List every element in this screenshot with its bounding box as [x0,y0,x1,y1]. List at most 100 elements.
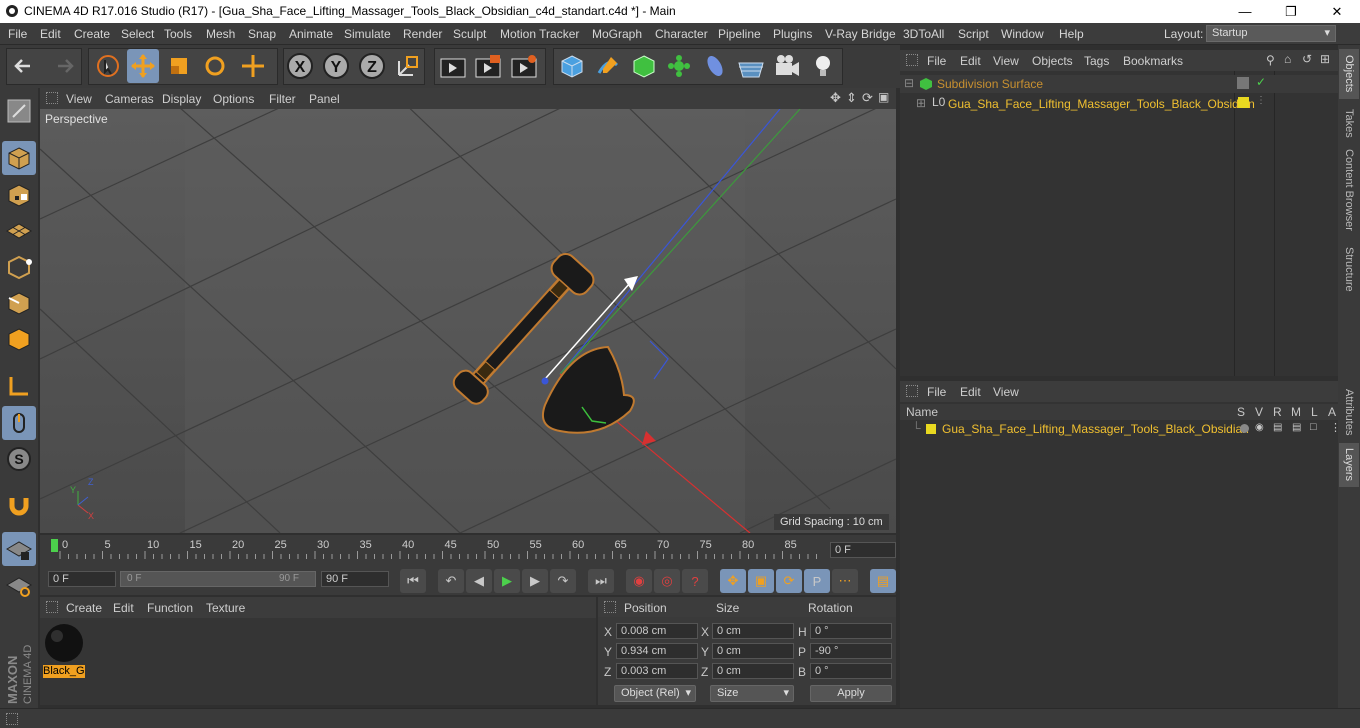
viewport-zoom-icon[interactable]: ⇕ [846,90,857,106]
menu-pipeline[interactable]: Pipeline [718,27,761,41]
key-scale-icon[interactable]: ▣ [748,569,774,593]
record-keys-icon[interactable]: ◉ [626,569,652,593]
z-axis-icon[interactable]: Z [356,49,388,83]
tab-objects[interactable]: Objects [1339,49,1359,99]
menu-help[interactable]: Help [1059,27,1084,41]
render-clapper-icon[interactable]: ▤ [1273,422,1282,433]
size-x-field[interactable]: 0 cm [712,623,794,639]
material-menu-create[interactable]: Create [66,601,102,615]
tab-layers[interactable]: Layers [1339,443,1359,487]
menu-simulate[interactable]: Simulate [344,27,391,41]
render-view-icon[interactable] [437,49,469,83]
workplane-lock-icon[interactable] [2,532,36,566]
timeline-playhead[interactable] [51,539,58,552]
enabled-check-icon[interactable]: ✓ [1256,75,1266,89]
render-to-picture-viewer-icon[interactable] [472,49,504,83]
object-menu-view[interactable]: View [993,54,1019,68]
menu-animate[interactable]: Animate [289,27,333,41]
end-frame-field[interactable]: 90 F [321,571,389,587]
layer-menu-view[interactable]: View [993,385,1019,399]
deformer-icon[interactable] [699,49,731,83]
render-settings-icon[interactable] [508,49,540,83]
expand-icon[interactable]: ⊞ [916,96,926,110]
layer-row[interactable]: └ Gua_Sha_Face_Lifting_Massager_Tools_Bl… [900,421,1341,437]
current-frame-field[interactable]: 0 F [830,542,896,558]
menu-file[interactable]: File [8,27,27,41]
autokey-icon[interactable]: ◎ [654,569,680,593]
viewport-menu-filter[interactable]: Filter [269,92,296,106]
workplane-mode-icon[interactable] [2,214,36,248]
pos-x-field[interactable]: 0.008 cm [616,623,698,639]
model-mode-icon[interactable] [2,141,36,175]
redo-icon[interactable] [46,49,78,83]
planar-workplane-icon[interactable] [2,568,36,602]
layer-color-swatch[interactable] [926,424,936,434]
object-row-gua-sha[interactable]: ⊞ L0 Gua_Sha_Face_Lifting_Massager_Tools… [900,95,1338,113]
pos-z-field[interactable]: 0.003 cm [616,663,698,679]
material-menu-edit[interactable]: Edit [113,601,134,615]
viewport-move-icon[interactable]: ✥ [830,90,841,106]
key-parameter-icon[interactable]: P [804,569,830,593]
prev-key-icon[interactable]: ↶ [438,569,464,593]
layout-dropdown[interactable]: Startup ▾ [1206,25,1336,42]
material-swatch[interactable]: Black_Gl [43,621,85,678]
y-axis-icon[interactable]: Y [320,49,352,83]
timeline-window-icon[interactable]: ▤ [870,569,896,593]
undo-icon[interactable] [10,49,42,83]
scale-icon[interactable] [163,49,195,83]
tab-attributes[interactable]: Attributes [1339,383,1359,441]
menu-3dtoall[interactable]: 3DToAll [903,27,944,41]
menu-vray-bridge[interactable]: V-Ray Bridge [825,27,896,41]
object-menu-tags[interactable]: Tags [1084,54,1109,68]
solo-toggle-icon[interactable] [1240,424,1249,433]
menu-create[interactable]: Create [74,27,110,41]
key-rotation-icon[interactable]: ⟳ [776,569,802,593]
eye-icon[interactable]: ◉ [1255,422,1264,433]
next-frame-icon[interactable]: ▶ [522,569,548,593]
layer-color-swatch[interactable] [1238,97,1249,108]
viewport-menu-options[interactable]: Options [213,92,254,106]
goto-end-icon[interactable]: ⏭ [588,569,614,593]
visibility-dots-icon[interactable]: ⋮ [1256,95,1266,106]
frame-range-slider[interactable]: 0 F 90 F [120,571,316,587]
coordinate-mode-dropdown[interactable]: Object (Rel) ▾ [614,685,696,702]
size-z-field[interactable]: 0 cm [712,663,794,679]
viewport-menu-display[interactable]: Display [162,92,201,106]
pen-spline-icon[interactable] [592,49,624,83]
play-icon[interactable]: ▶ [494,569,520,593]
tab-content-browser[interactable]: Content Browser [1339,145,1359,235]
solo-mode-icon[interactable]: S [2,442,36,476]
prev-frame-icon[interactable]: ◀ [466,569,492,593]
menu-character[interactable]: Character [655,27,708,41]
cube-icon[interactable] [556,49,588,83]
menu-window[interactable]: Window [1001,27,1044,41]
rotate-icon[interactable] [199,49,231,83]
menu-mesh[interactable]: Mesh [206,27,235,41]
lock-icon[interactable]: □ [1310,421,1317,433]
coordinate-system-icon[interactable] [392,49,424,83]
menu-sculpt[interactable]: Sculpt [453,27,486,41]
viewport-menu-cameras[interactable]: Cameras [105,92,154,106]
make-editable-icon[interactable] [2,94,36,128]
rot-p-field[interactable]: -90 ° [810,643,892,659]
search-icon[interactable]: ⚲ [1266,53,1275,67]
new-view-icon[interactable]: ⊞ [1320,52,1330,66]
menu-script[interactable]: Script [958,27,989,41]
rot-b-field[interactable]: 0 ° [810,663,892,679]
tab-structure[interactable]: Structure [1339,241,1359,297]
menu-motion-tracker[interactable]: Motion Tracker [500,27,579,41]
object-menu-file[interactable]: File [927,54,946,68]
material-menu-texture[interactable]: Texture [206,601,245,615]
menu-snap[interactable]: Snap [248,27,276,41]
goto-start-icon[interactable]: ⏮ [400,569,426,593]
collapse-icon[interactable]: ⊟ [904,76,914,90]
menu-tools[interactable]: Tools [164,27,192,41]
object-menu-objects[interactable]: Objects [1032,54,1073,68]
texture-mode-icon[interactable] [2,178,36,212]
size-mode-dropdown[interactable]: Size ▾ [710,685,794,702]
points-mode-icon[interactable] [2,250,36,284]
viewport-menu-view[interactable]: View [66,92,92,106]
layer-tag-icon[interactable] [1237,77,1249,89]
menu-edit[interactable]: Edit [40,27,61,41]
axis-mode-icon[interactable] [2,369,36,403]
